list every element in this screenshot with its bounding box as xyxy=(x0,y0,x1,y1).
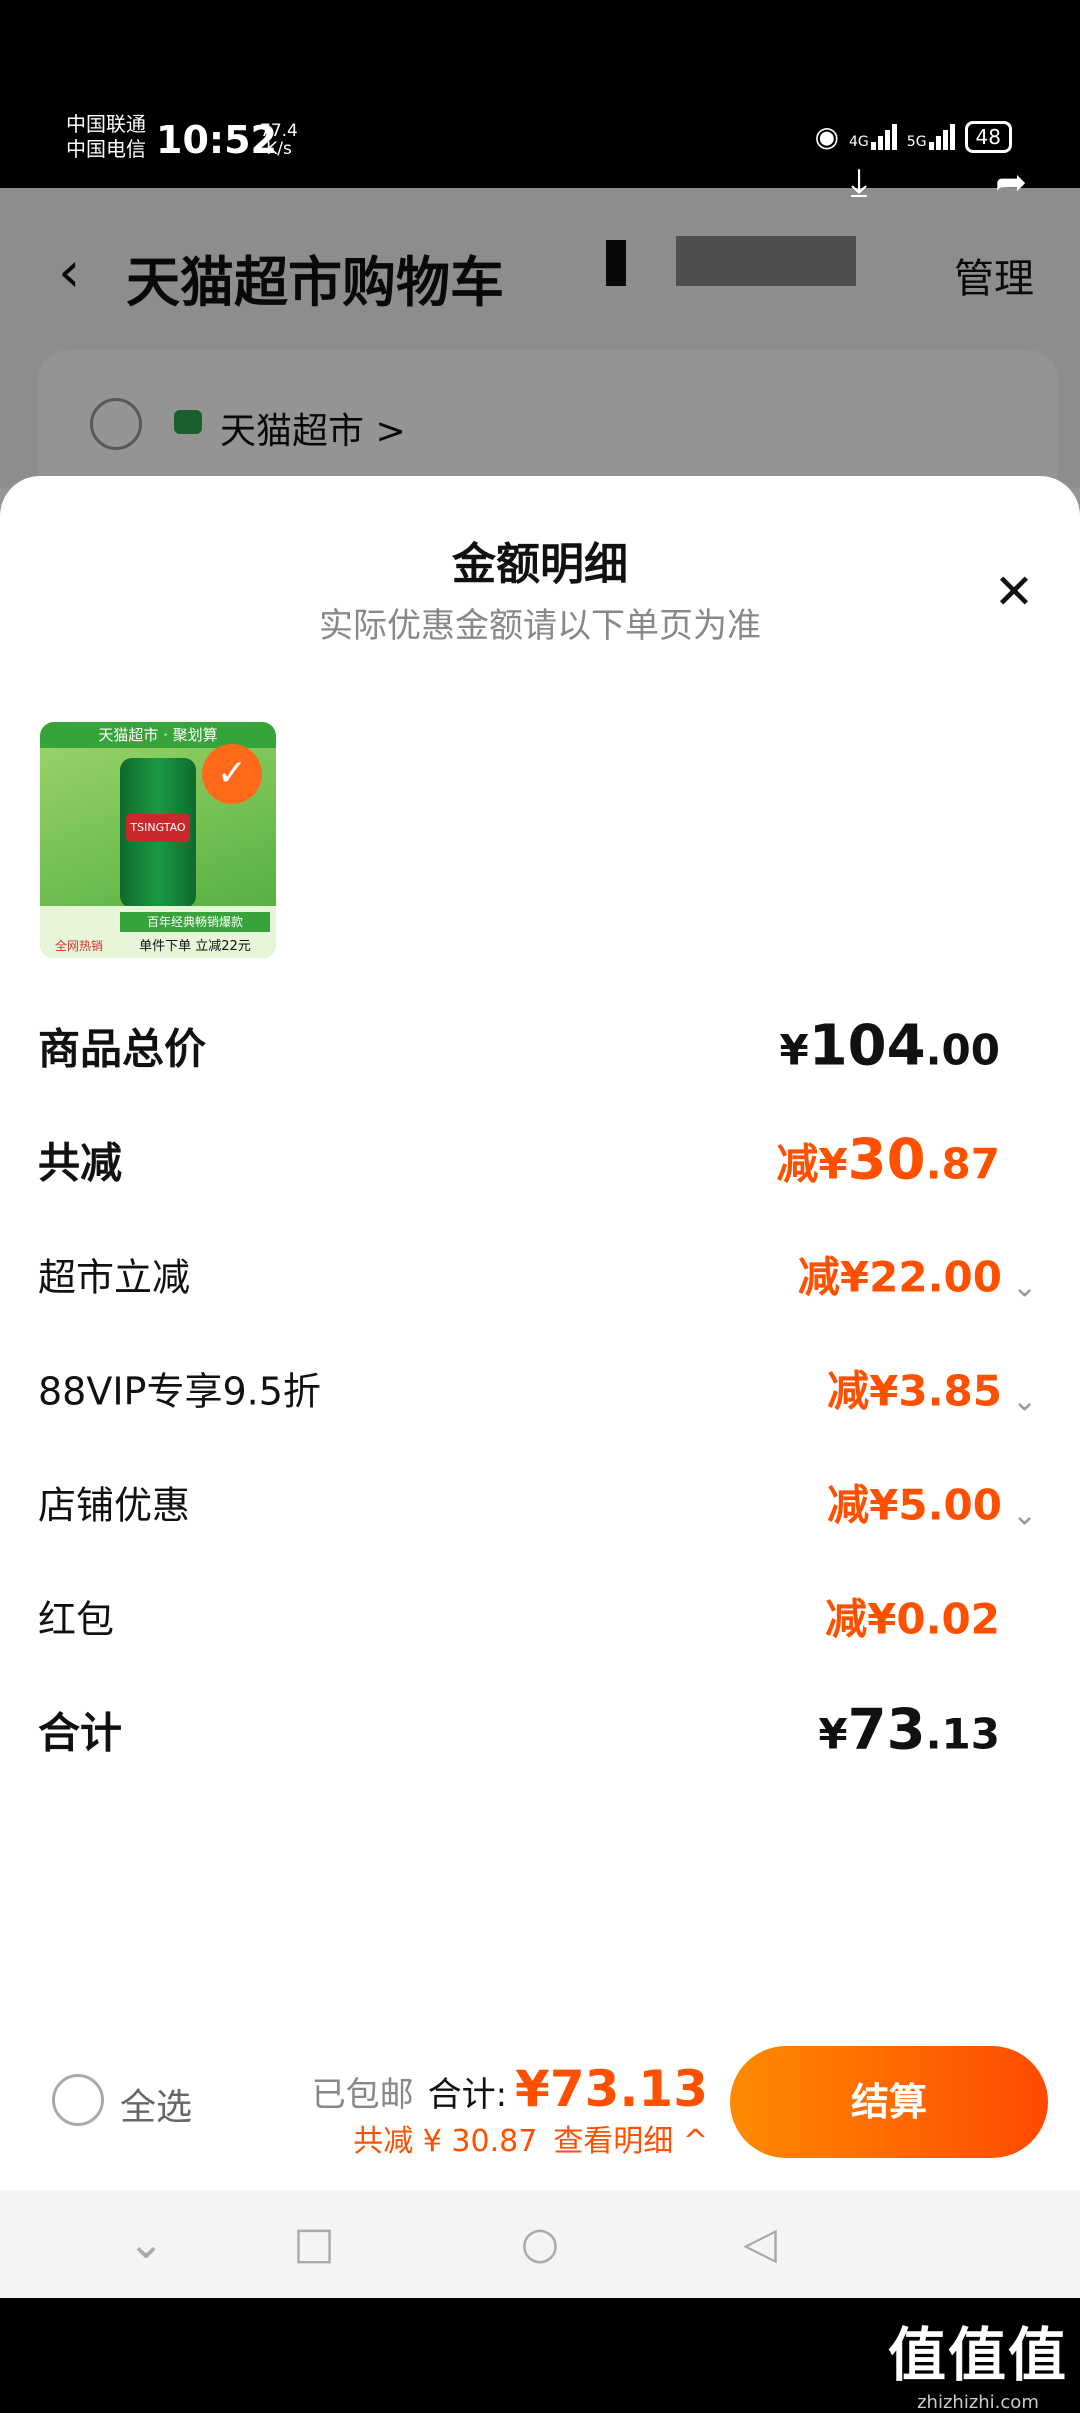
discount-item-row[interactable]: 店铺优惠 减¥5.00 ⌄ xyxy=(38,1462,1038,1542)
discount-item-prefix: 减 xyxy=(827,1366,870,1416)
watermark-url: zhizhizhi.com xyxy=(917,2392,1039,2413)
checkout-button[interactable]: 结算 xyxy=(730,2046,1048,2158)
discount-item-label: 超市立减 xyxy=(38,1255,191,1300)
discount-item-label: 88VIP专享9.5折 xyxy=(38,1369,321,1414)
subtotal-dec: .00 xyxy=(925,1025,1000,1075)
recents-icon[interactable]: □ xyxy=(284,2218,344,2270)
carrier-info: 中国联通 中国电信 xyxy=(66,112,146,162)
currency-symbol: ¥ xyxy=(869,1366,899,1416)
discount-item-label: 红包 xyxy=(38,1597,115,1642)
view-detail-link[interactable]: 查看明细 ^ xyxy=(553,2124,708,2159)
currency-symbol: ¥ xyxy=(869,1480,899,1530)
discount-item-prefix: 减 xyxy=(825,1594,868,1644)
discount-item-row[interactable]: 超市立减 减¥22.00 ⌄ xyxy=(38,1234,1038,1314)
system-nav-bar: ⌄ □ ○ ◁ xyxy=(0,2190,1080,2298)
currency-symbol: ¥ xyxy=(779,1025,809,1075)
discount-dec: .87 xyxy=(925,1139,1000,1189)
discount-item-row[interactable]: 88VIP专享9.5折 减¥3.85 ⌄ xyxy=(38,1348,1038,1428)
status-bar: 中国联通 中国电信 10:52 77.4 K/s ◉ 4G 5G 48 xyxy=(0,0,1080,188)
subtotal-int: 104 xyxy=(808,1013,926,1079)
status-time: 10:52 xyxy=(156,118,277,162)
can-label: TSINGTAO xyxy=(126,814,190,842)
total-dec: .13 xyxy=(925,1709,1000,1759)
status-right: ◉ 4G 5G 48 xyxy=(815,120,1012,153)
wifi-icon: ◉ xyxy=(814,120,840,153)
amount-detail-sheet: 金额明细 实际优惠金额请以下单页为准 ✕ 天猫超市 · 聚划算 TSINGTAO… xyxy=(0,476,1080,2298)
download-icon[interactable]: ⤓ xyxy=(836,160,882,204)
subtotal-amount: ¥104.00 xyxy=(779,1014,1000,1079)
select-all-radio[interactable] xyxy=(52,2074,104,2126)
total-label: 合计 xyxy=(38,1708,123,1758)
currency-symbol: ¥ xyxy=(818,1709,848,1759)
watermark-logo: 值值值 xyxy=(887,2321,1068,2389)
discount-item-prefix: 减 xyxy=(797,1252,840,1302)
home-icon[interactable]: ○ xyxy=(510,2218,570,2270)
sheet-subtitle: 实际优惠金额请以下单页为准 xyxy=(319,606,761,646)
select-all-label[interactable]: 全选 xyxy=(120,2078,192,2130)
product-footer-line1: 百年经典畅销爆款 xyxy=(120,912,270,932)
checkout-bar: 全选 已包邮 合计: ¥73.13 共减 ¥ 30.87 查看明细 ^ 结算 xyxy=(0,2030,1080,2190)
close-icon[interactable]: ✕ xyxy=(986,564,1042,620)
sheet-title: 金额明细 xyxy=(452,539,628,590)
back-triangle-icon[interactable]: ◁ xyxy=(730,2218,790,2270)
watermark: 值值值 zhizhizhi.com xyxy=(888,2308,1068,2413)
net-speed-value: 77.4 xyxy=(260,121,298,141)
net-speed: 77.4 K/s xyxy=(260,122,298,158)
currency-symbol: ¥ xyxy=(839,1252,870,1302)
checkout-total-label: 合计: xyxy=(427,2075,508,2115)
discount-item-value: 0.02 xyxy=(896,1594,1000,1644)
discount-item-value: 3.85 xyxy=(898,1366,1002,1416)
product-banner: 天猫超市 · 聚划算 xyxy=(40,722,276,748)
checkout-total-value: ¥73.13 xyxy=(515,2060,708,2118)
subtotal-row: 商品总价 ¥104.00 xyxy=(38,1006,1038,1086)
product-thumbnail[interactable]: 天猫超市 · 聚划算 TSINGTAO ✓ 百年经典畅销爆款 单件下单 立减22… xyxy=(40,722,276,958)
signal-5g-icon: 5G xyxy=(906,123,955,150)
discount-item-amount: 减¥22.00 ⌄ xyxy=(798,1244,1038,1305)
net-speed-unit: K/s xyxy=(266,139,292,159)
screen: 中国联通 中国电信 10:52 77.4 K/s ◉ 4G 5G 48 ‹ 天猫… xyxy=(0,0,1080,2298)
discount-prefix: 减 xyxy=(776,1139,819,1189)
discount-amount: 减¥30.87 xyxy=(776,1128,1000,1193)
discount-item-amount: 减¥5.00 ⌄ xyxy=(827,1472,1038,1533)
signal-5g-label: 5G xyxy=(906,133,927,150)
total-amount: ¥73.13 xyxy=(818,1698,1000,1763)
currency-symbol: ¥ xyxy=(818,1139,848,1189)
discount-item-amount: 减¥0.02 xyxy=(825,1586,1000,1647)
total-int: 73 xyxy=(847,1697,926,1763)
discount-item-value: 5.00 xyxy=(898,1480,1002,1530)
share-icon[interactable]: ➦ xyxy=(988,160,1034,204)
discount-int: 30 xyxy=(847,1127,926,1193)
discount-item-label: 店铺优惠 xyxy=(38,1483,191,1528)
discount-item-amount: 减¥3.85 ⌄ xyxy=(827,1358,1038,1419)
checkout-saved: 共减 ¥ 30.87 xyxy=(353,2124,538,2159)
discount-label: 共减 xyxy=(38,1138,123,1188)
carrier-2: 中国电信 xyxy=(66,137,146,161)
discount-item-value: 22.00 xyxy=(869,1252,1002,1302)
total-row: 合计 ¥73.13 xyxy=(38,1690,1038,1770)
signal-4g-icon: 4G xyxy=(849,123,897,150)
discount-row: 共减 减¥30.87 xyxy=(38,1120,1038,1200)
signal-4g-label: 4G xyxy=(849,133,869,150)
checkout-total-line: 已包邮 合计: ¥73.13 xyxy=(312,2060,708,2118)
battery-icon: 48 xyxy=(964,120,1012,153)
chevron-down-icon[interactable]: ⌄ xyxy=(1012,1498,1038,1533)
free-shipping-label: 已包邮 xyxy=(311,2075,414,2115)
chevron-down-icon[interactable]: ⌄ xyxy=(1012,1384,1038,1419)
checkout-savings-line: 共减 ¥ 30.87 查看明细 ^ xyxy=(353,2116,708,2160)
product-tag: 全网热销 xyxy=(54,939,103,953)
product-footer-line2: 单件下单 立减22元 xyxy=(139,939,251,954)
discount-item-row: 红包 减¥0.02 xyxy=(38,1576,1038,1656)
subtotal-label: 商品总价 xyxy=(38,1024,207,1074)
carrier-1: 中国联通 xyxy=(66,112,146,136)
currency-symbol: ¥ xyxy=(867,1594,897,1644)
chevron-down-icon[interactable]: ⌄ xyxy=(1012,1270,1038,1305)
nav-collapse-icon[interactable]: ⌄ xyxy=(116,2218,176,2270)
discount-item-prefix: 减 xyxy=(827,1480,870,1530)
checkmark-icon: ✓ xyxy=(202,744,262,804)
